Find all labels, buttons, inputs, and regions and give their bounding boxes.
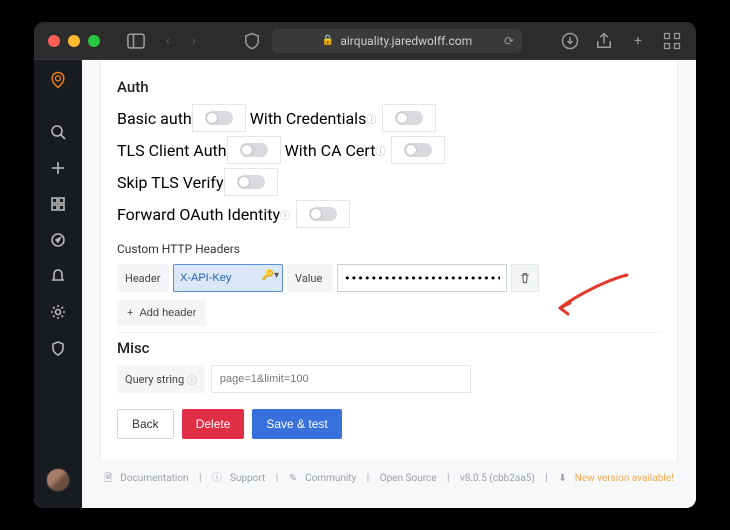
with-ca-cert-label: With CA Cert bbox=[285, 141, 376, 160]
download-icon: ⬇ bbox=[558, 473, 566, 484]
custom-headers-title: Custom HTTP Headers bbox=[117, 242, 673, 256]
header-value-input[interactable] bbox=[337, 264, 507, 292]
url-host: airquality.jaredwolff.com bbox=[340, 34, 472, 48]
doc-icon: 🗎 bbox=[104, 473, 112, 484]
with-credentials-label: With Credentials bbox=[250, 109, 367, 128]
header-value-label: Value bbox=[287, 264, 333, 292]
with-credentials-toggle[interactable] bbox=[395, 111, 423, 125]
grafana-logo-icon[interactable] bbox=[48, 70, 68, 95]
footer-support[interactable]: Support bbox=[230, 473, 265, 484]
back-button[interactable]: Back bbox=[117, 409, 174, 439]
user-avatar[interactable] bbox=[46, 468, 70, 492]
tls-client-auth-label: TLS Client Auth bbox=[117, 141, 227, 160]
plus-icon[interactable] bbox=[49, 159, 67, 177]
settings-content: Auth Basic auth With Credentials ⓘ bbox=[82, 60, 696, 508]
download-icon[interactable] bbox=[560, 31, 580, 51]
address-bar[interactable]: 🔒 airquality.jaredwolff.com ⟳ bbox=[272, 29, 522, 53]
footer-documentation[interactable]: Documentation bbox=[120, 473, 188, 484]
lock-icon: 🔒 bbox=[322, 35, 334, 46]
footer-version: v8.0.5 (cbb2aa5) bbox=[460, 473, 535, 484]
basic-auth-toggle[interactable] bbox=[205, 111, 233, 125]
footer-new-version[interactable]: New version available! bbox=[575, 473, 674, 484]
skip-tls-verify-toggle[interactable] bbox=[237, 175, 265, 189]
maximize-window-button[interactable] bbox=[88, 35, 100, 47]
nav-forward-button[interactable]: › bbox=[184, 31, 204, 51]
query-string-input[interactable] bbox=[211, 365, 471, 393]
explore-icon[interactable] bbox=[49, 231, 67, 249]
window-controls bbox=[48, 35, 100, 47]
alerting-icon[interactable] bbox=[49, 267, 67, 285]
footer-open-source[interactable]: Open Source bbox=[380, 473, 437, 484]
share-icon[interactable] bbox=[594, 31, 614, 51]
page-footer: 🗎Documentation | ⓘSupport | ✎Community |… bbox=[82, 461, 696, 494]
nav-back-button[interactable]: ‹ bbox=[158, 31, 178, 51]
misc-section-title: Misc bbox=[117, 339, 673, 357]
shield-privacy-icon[interactable] bbox=[242, 31, 262, 51]
search-icon[interactable] bbox=[49, 123, 67, 141]
reload-icon[interactable]: ⟳ bbox=[504, 34, 514, 48]
footer-community[interactable]: Community bbox=[305, 473, 356, 484]
delete-button[interactable]: Delete bbox=[182, 409, 245, 439]
info-icon[interactable]: ⓘ bbox=[280, 207, 290, 222]
save-test-button[interactable]: Save & test bbox=[252, 409, 341, 439]
community-icon: ✎ bbox=[289, 473, 297, 484]
skip-tls-verify-label: Skip TLS Verify bbox=[117, 173, 224, 192]
add-header-button[interactable]: + Add header bbox=[117, 300, 206, 326]
browser-window: ‹ › 🔒 airquality.jaredwolff.com ⟳ + bbox=[34, 22, 696, 508]
new-tab-icon[interactable]: + bbox=[628, 31, 648, 51]
info-icon[interactable]: ⓘ bbox=[366, 111, 376, 126]
with-ca-cert-toggle[interactable] bbox=[404, 143, 432, 157]
configuration-icon[interactable] bbox=[49, 303, 67, 321]
plus-icon: + bbox=[127, 307, 133, 319]
tabs-overview-icon[interactable] bbox=[662, 31, 682, 51]
info-icon[interactable]: ⓘ bbox=[375, 143, 385, 158]
sidebar-toggle-icon[interactable] bbox=[126, 31, 146, 51]
support-icon: ⓘ bbox=[212, 473, 222, 484]
key-dropdown-icon[interactable]: 🔑▾ bbox=[262, 270, 279, 281]
dashboards-icon[interactable] bbox=[49, 195, 67, 213]
forward-oauth-label: Forward OAuth Identity bbox=[117, 205, 280, 224]
delete-header-button[interactable] bbox=[511, 264, 539, 292]
action-buttons: Back Delete Save & test bbox=[117, 409, 673, 439]
query-string-label: Query string bbox=[125, 373, 184, 386]
info-icon[interactable]: ⓘ bbox=[187, 372, 197, 387]
add-header-label: Add header bbox=[139, 307, 196, 319]
minimize-window-button[interactable] bbox=[68, 35, 80, 47]
titlebar: ‹ › 🔒 airquality.jaredwolff.com ⟳ + bbox=[34, 22, 696, 60]
forward-oauth-toggle[interactable] bbox=[309, 207, 337, 221]
basic-auth-label: Basic auth bbox=[117, 109, 192, 128]
tls-client-auth-toggle[interactable] bbox=[240, 143, 268, 157]
auth-section-title: Auth bbox=[117, 78, 673, 96]
header-name-label: Header bbox=[117, 264, 169, 292]
server-admin-icon[interactable] bbox=[49, 339, 67, 357]
header-row: Header 🔑▾ Value bbox=[117, 264, 673, 292]
grafana-sidebar bbox=[34, 60, 82, 508]
close-window-button[interactable] bbox=[48, 35, 60, 47]
